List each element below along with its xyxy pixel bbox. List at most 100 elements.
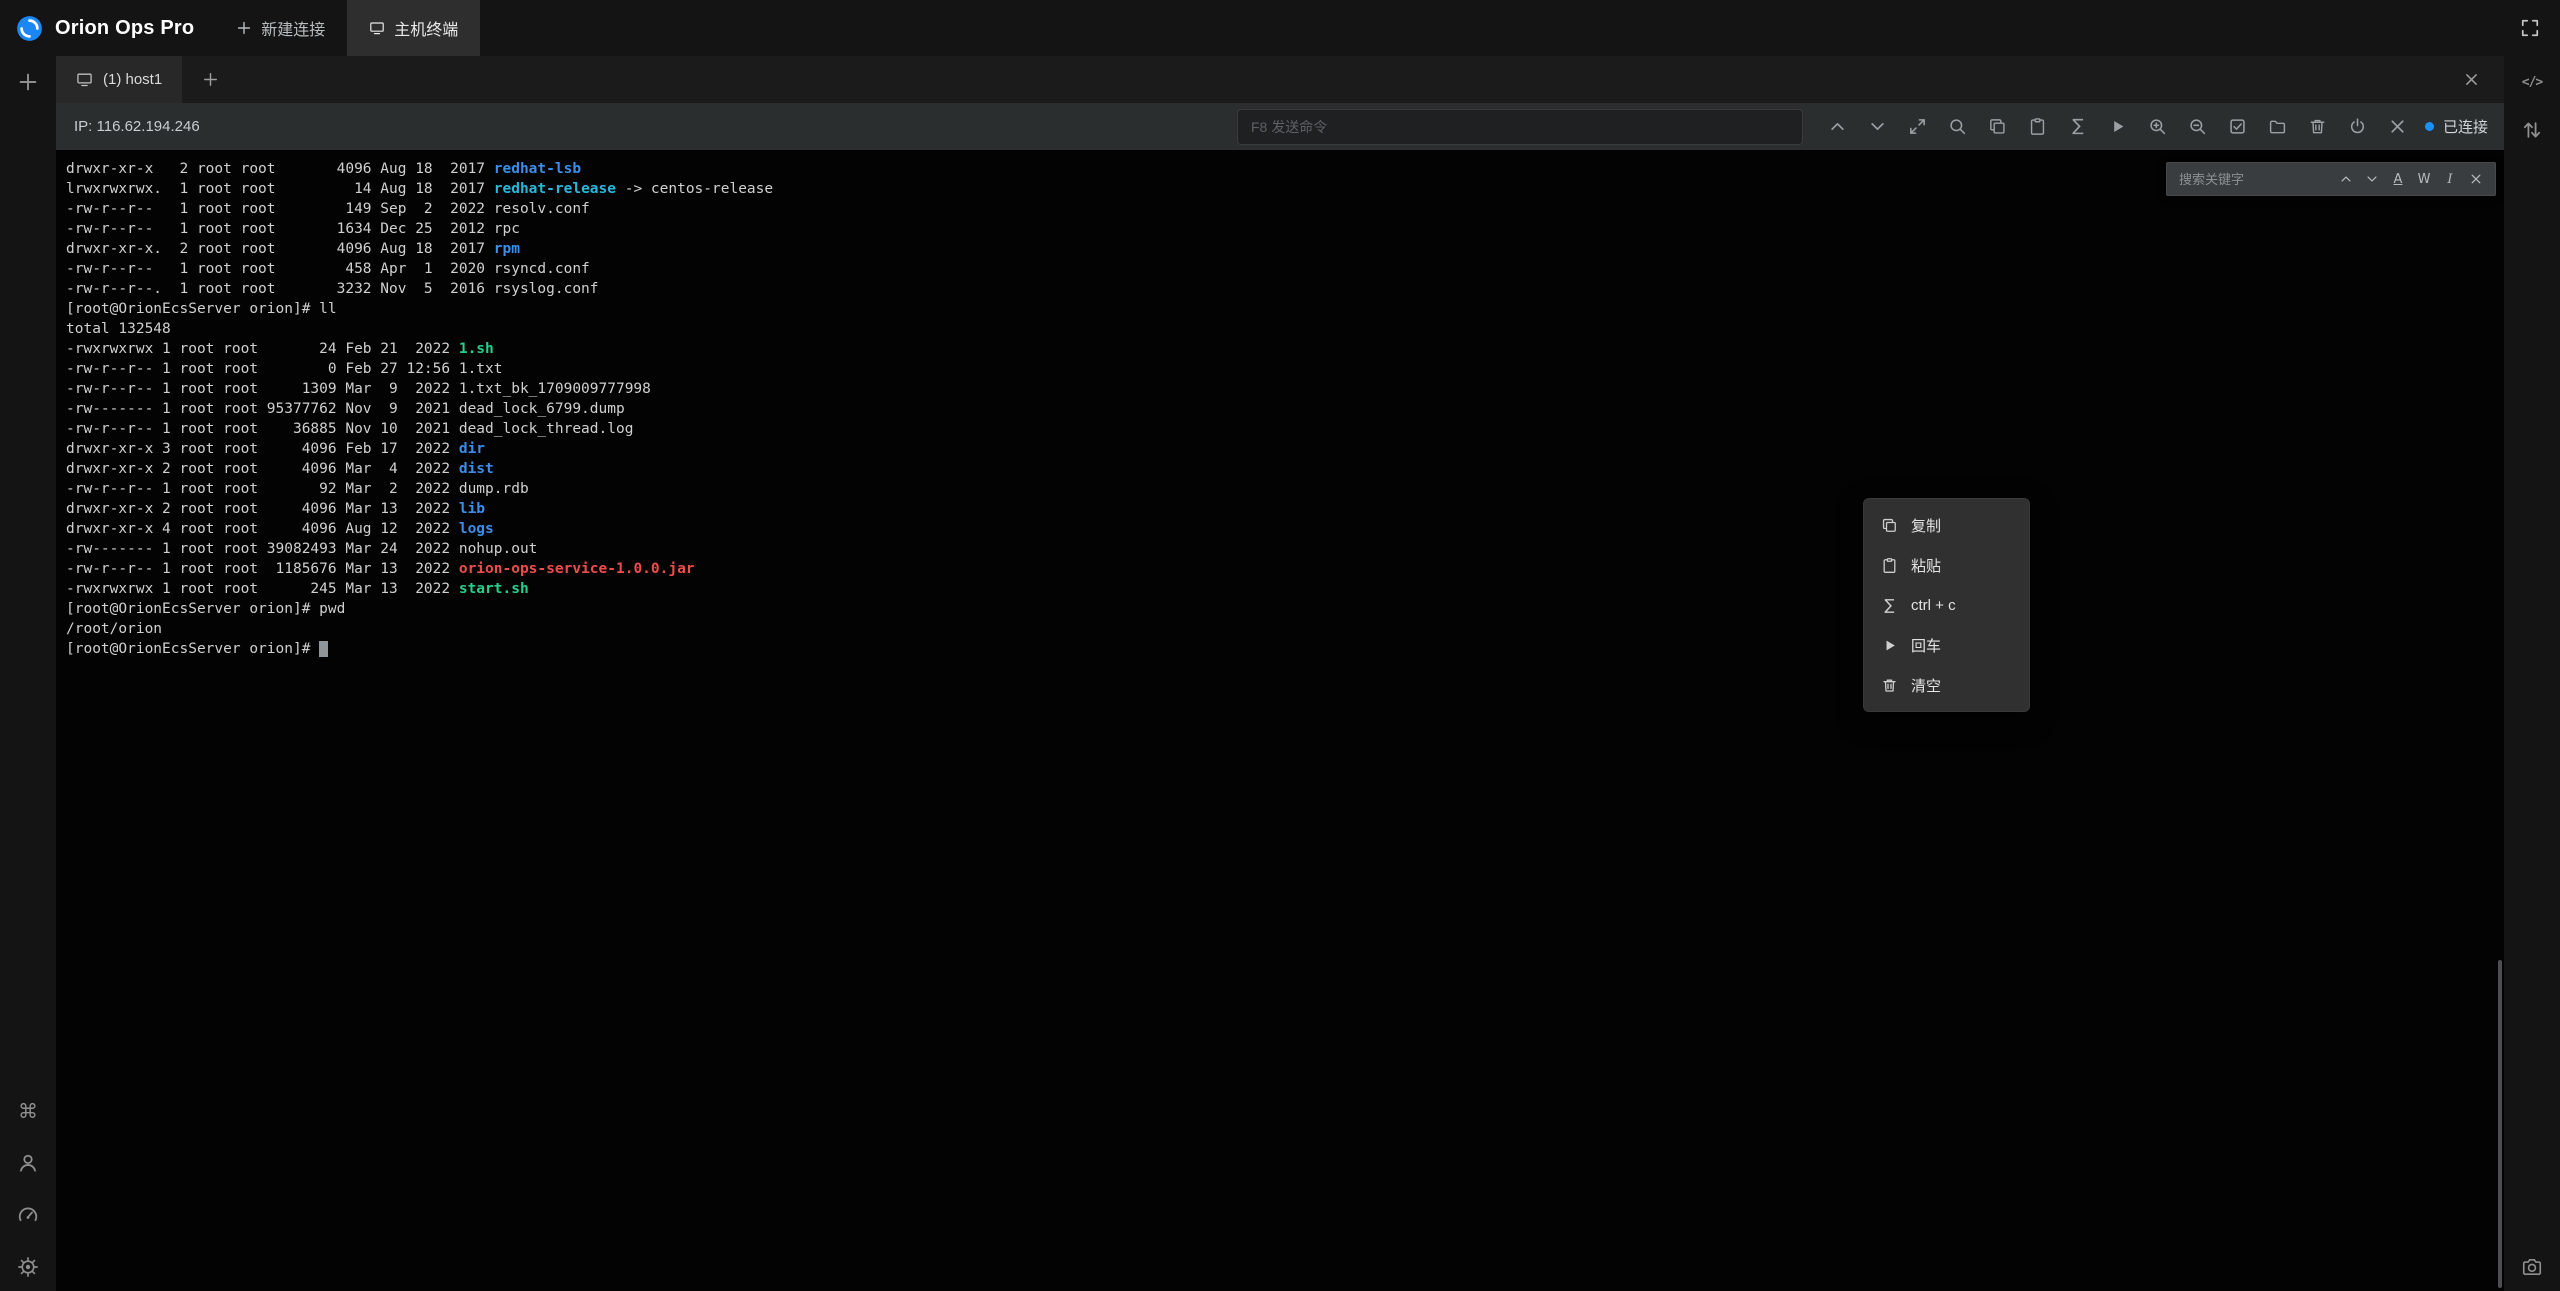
paste-icon [1881,557,1898,574]
new-connection-icon[interactable] [17,71,39,93]
terminal-line: -rw-r--r-- 1 root root 1185676 Mar 13 20… [66,559,2494,579]
app-window: Orion Ops Pro 新建连接 主机终端 ⌘ (1) host1 [0,0,2560,1291]
terminal-line: drwxr-xr-x 2 root root 4096 Aug 18 2017 … [66,159,2494,179]
terminal-line: -rw------- 1 root root 95377762 Nov 9 20… [66,399,2494,419]
interrupt-ctrl-c-icon[interactable]: ∑ [2065,114,2091,140]
tab-label: (1) host1 [103,71,162,88]
scroll-to-bottom-icon[interactable] [1865,114,1891,140]
terminal-line: -rw------- 1 root root 39082493 Mar 24 2… [66,539,2494,559]
menu-new-connection-label: 新建连接 [261,16,325,40]
terminal-line: -rw-r--r--. 1 root root 3232 Nov 5 2016 … [66,279,2494,299]
terminal-line: drwxr-xr-x 2 root root 4096 Mar 4 2022 d… [66,459,2494,479]
next-match-icon[interactable] [2363,170,2381,188]
context-menu-item-2[interactable]: ∑ctrl + c [1864,585,2029,625]
terminal-search-input[interactable] [2177,171,2333,188]
terminal-line: drwxr-xr-x 4 root root 4096 Aug 12 2022 … [66,519,2494,539]
context-menu-label: ctrl + c [1911,597,1956,614]
terminal-line: -rwxrwxrwx 1 root root 245 Mar 13 2022 s… [66,579,2494,599]
terminal-search-options: AWI [2337,170,2485,188]
user-icon[interactable] [17,1152,39,1174]
code-snippets-icon[interactable]: </> [2522,71,2542,93]
trash-icon [1881,677,1898,694]
plus-icon [236,20,252,36]
copy-icon[interactable] [1985,114,2011,140]
select-mode-icon[interactable] [2225,114,2251,140]
clear-screen-icon[interactable] [2305,114,2331,140]
left-rail-top [17,56,39,93]
terminal-toolbar: IP: 116.62.194.246 ∑ 已连接 [56,103,2504,150]
paste-icon[interactable] [2025,114,2051,140]
terminal-line: lrwxrwxrwx. 1 root root 14 Aug 18 2017 r… [66,179,2494,199]
terminal-line: -rw-r--r-- 1 root root 1309 Mar 9 2022 1… [66,379,2494,399]
send-enter-icon[interactable] [2105,114,2131,140]
terminal-search: AWI [2166,162,2496,196]
app-title: Orion Ops Pro [55,17,194,40]
right-rail-bottom [2521,1256,2543,1291]
terminal-line: drwxr-xr-x 3 root root 4096 Feb 17 2022 … [66,439,2494,459]
topbar: Orion Ops Pro 新建连接 主机终端 [0,0,2560,56]
match-case-icon[interactable]: A [2389,170,2407,188]
settings-icon[interactable] [17,1256,39,1278]
shortcut-commands-icon[interactable]: ⌘ [17,1100,39,1122]
play-icon [1881,637,1898,654]
terminal-line: drwxr-xr-x 2 root root 4096 Mar 13 2022 … [66,499,2494,519]
command-input[interactable] [1237,109,1803,145]
context-menu-item-4[interactable]: 清空 [1864,665,2029,705]
screenshot-icon[interactable] [2521,1256,2543,1278]
close-all-tabs-icon[interactable] [2463,71,2480,88]
dashboard-icon[interactable] [17,1204,39,1226]
fullscreen-icon[interactable] [2520,18,2540,38]
host-ip: IP: 116.62.194.246 [74,118,200,135]
disconnect-icon[interactable] [2345,114,2371,140]
context-menu-item-0[interactable]: 复制 [1864,505,2029,545]
context-menu-label: 回车 [1911,635,1941,656]
terminal-line: [root@OrionEcsServer orion]# [66,639,2494,659]
open-new-window-icon[interactable] [1905,114,1931,140]
connection-status: 已连接 [2425,116,2488,137]
terminal-icon [76,71,93,88]
terminal-icon [369,20,385,36]
context-menu-label: 复制 [1911,515,1941,536]
terminal-scrollbar[interactable] [2498,960,2502,1288]
left-rail-bottom: ⌘ [17,1100,39,1291]
terminal-tab-host1[interactable]: (1) host1 [56,56,182,103]
terminal-output[interactable]: drwxr-xr-x 2 root root 4096 Aug 18 2017 … [56,150,2504,668]
terminal-line: [root@OrionEcsServer orion]# pwd [66,599,2494,619]
context-menu-label: 清空 [1911,675,1941,696]
swap-layout-icon[interactable] [2521,119,2543,141]
zoom-out-icon[interactable] [2185,114,2211,140]
copy-icon [1881,517,1898,534]
context-menu: 复制粘贴 ∑ctrl + c 回车清空 [1863,498,2030,712]
terminal-line: drwxr-xr-x. 2 root root 4096 Aug 18 2017… [66,239,2494,259]
right-rail: </> [2504,56,2560,1291]
prev-match-icon[interactable] [2337,170,2355,188]
whole-word-icon[interactable]: W [2415,170,2433,188]
status-label: 已连接 [2443,116,2488,137]
menu-new-connection[interactable]: 新建连接 [214,0,347,56]
terminal-line: -rw-r--r-- 1 root root 92 Mar 2 2022 dum… [66,479,2494,499]
terminal-area[interactable]: drwxr-xr-x 2 root root 4096 Aug 18 2017 … [56,150,2504,1291]
add-tab-icon[interactable] [202,71,219,88]
menu-host-terminal[interactable]: 主机终端 [347,0,480,56]
context-menu-item-1[interactable]: 粘贴 [1864,545,2029,585]
terminal-line: /root/orion [66,619,2494,639]
terminal-line: -rw-r--r-- 1 root root 36885 Nov 10 2021… [66,419,2494,439]
close-search-icon[interactable] [2467,170,2485,188]
context-menu-label: 粘贴 [1911,555,1941,576]
context-menu-item-3[interactable]: 回车 [1864,625,2029,665]
status-dot-icon [2425,122,2434,131]
search-icon[interactable] [1945,114,1971,140]
right-rail-top: </> [2521,56,2543,141]
terminal-line: -rw-r--r-- 1 root root 149 Sep 2 2022 re… [66,199,2494,219]
sftp-folder-icon[interactable] [2265,114,2291,140]
app-logo-icon [16,15,43,42]
app-body: ⌘ (1) host1 IP: 116.62.194.246 ∑ 已连接 [0,56,2560,1291]
main-panel: (1) host1 IP: 116.62.194.246 ∑ 已连接 drwxr… [56,56,2504,1291]
regex-icon[interactable]: I [2441,170,2459,188]
zoom-in-icon[interactable] [2145,114,2171,140]
terminal-line: -rw-r--r-- 1 root root 458 Apr 1 2020 rs… [66,259,2494,279]
scroll-to-top-icon[interactable] [1825,114,1851,140]
close-terminal-icon[interactable] [2385,114,2411,140]
terminal-line: -rw-r--r-- 1 root root 1634 Dec 25 2012 … [66,219,2494,239]
left-rail: ⌘ [0,56,56,1291]
